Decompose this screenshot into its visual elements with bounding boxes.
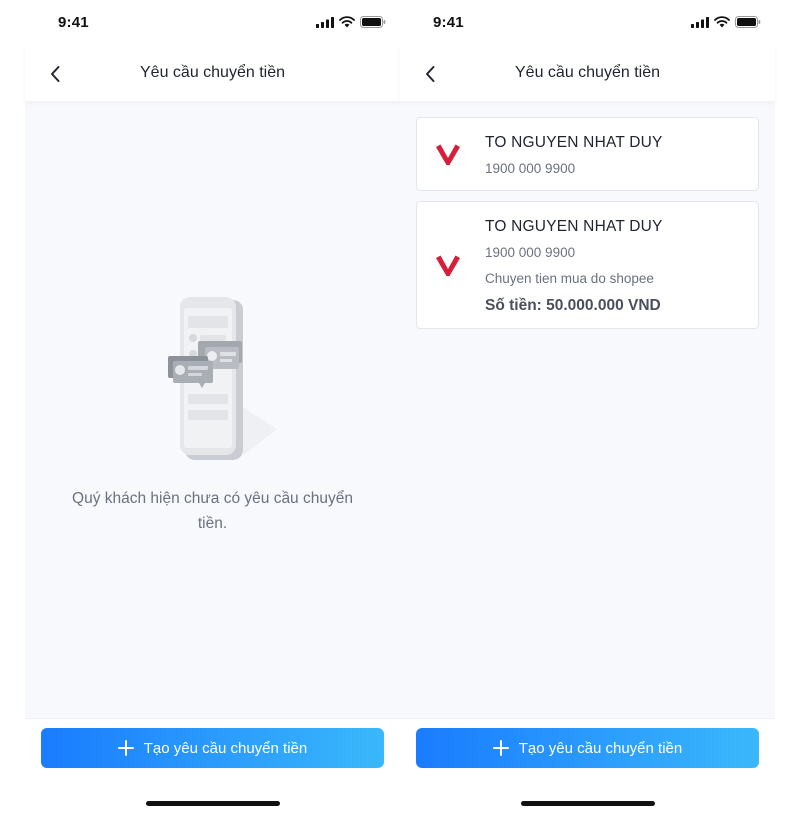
bank-logo-icon: [436, 144, 460, 165]
bottom-action-area: Tạo yêu cầu chuyển tiền: [400, 718, 775, 821]
nav-bar: Yêu cầu chuyển tiền: [400, 46, 775, 101]
phone-chat-illustration: [168, 297, 277, 460]
cellular-signal-icon: [691, 16, 709, 28]
request-card[interactable]: TO NGUYEN NHAT DUY 1900 000 9900 Chuyen …: [416, 201, 759, 329]
status-bar: 9:41: [25, 0, 400, 46]
request-list-screen: 9:41 Yêu cầu chuyển tiền TO NGUYEN NHAT …: [400, 0, 775, 821]
empty-content: Quý khách hiện chưa có yêu cầu chuyển ti…: [25, 101, 400, 718]
battery-icon: [360, 16, 386, 28]
empty-state-screen: 9:41 Yêu cầu chuyển tiền Quý khách hiện …: [25, 0, 400, 821]
cellular-signal-icon: [316, 16, 334, 28]
battery-icon: [735, 16, 761, 28]
nav-bar: Yêu cầu chuyển tiền: [25, 46, 400, 101]
request-list: TO NGUYEN NHAT DUY 1900 000 9900 TO NGUY…: [400, 101, 775, 718]
recipient-name: TO NGUYEN NHAT DUY: [485, 218, 663, 235]
recipient-name: TO NGUYEN NHAT DUY: [485, 134, 663, 151]
create-request-label: Tạo yêu cầu chuyển tiền: [143, 739, 308, 757]
plus-icon: [492, 740, 509, 756]
transfer-amount: Số tiền: 50.000.000 VND: [485, 297, 661, 314]
request-card[interactable]: TO NGUYEN NHAT DUY 1900 000 9900: [416, 117, 759, 191]
page-title: Yêu cầu chuyển tiền: [515, 64, 660, 81]
recipient-phone: 1900 000 9900: [485, 161, 576, 176]
status-time: 9:41: [433, 14, 464, 31]
wifi-icon: [339, 16, 355, 28]
status-bar: 9:41: [400, 0, 775, 46]
empty-message: Quý khách hiện chưa có yêu cầu chuyển ti…: [72, 490, 353, 532]
create-request-label: Tạo yêu cầu chuyển tiền: [518, 739, 683, 757]
status-icons: [691, 16, 761, 28]
transfer-description: Chuyen tien mua do shopee: [485, 271, 654, 286]
bank-logo-icon: [436, 255, 460, 276]
home-indicator: [521, 801, 655, 806]
recipient-phone: 1900 000 9900: [485, 245, 576, 260]
plus-icon: [117, 740, 134, 756]
wifi-icon: [714, 16, 730, 28]
home-indicator: [146, 801, 280, 806]
bottom-action-area: Tạo yêu cầu chuyển tiền: [25, 718, 400, 821]
page-title: Yêu cầu chuyển tiền: [140, 64, 285, 81]
create-request-button[interactable]: Tạo yêu cầu chuyển tiền: [41, 728, 384, 768]
create-request-button[interactable]: Tạo yêu cầu chuyển tiền: [416, 728, 759, 768]
status-time: 9:41: [58, 14, 89, 31]
status-icons: [316, 16, 386, 28]
